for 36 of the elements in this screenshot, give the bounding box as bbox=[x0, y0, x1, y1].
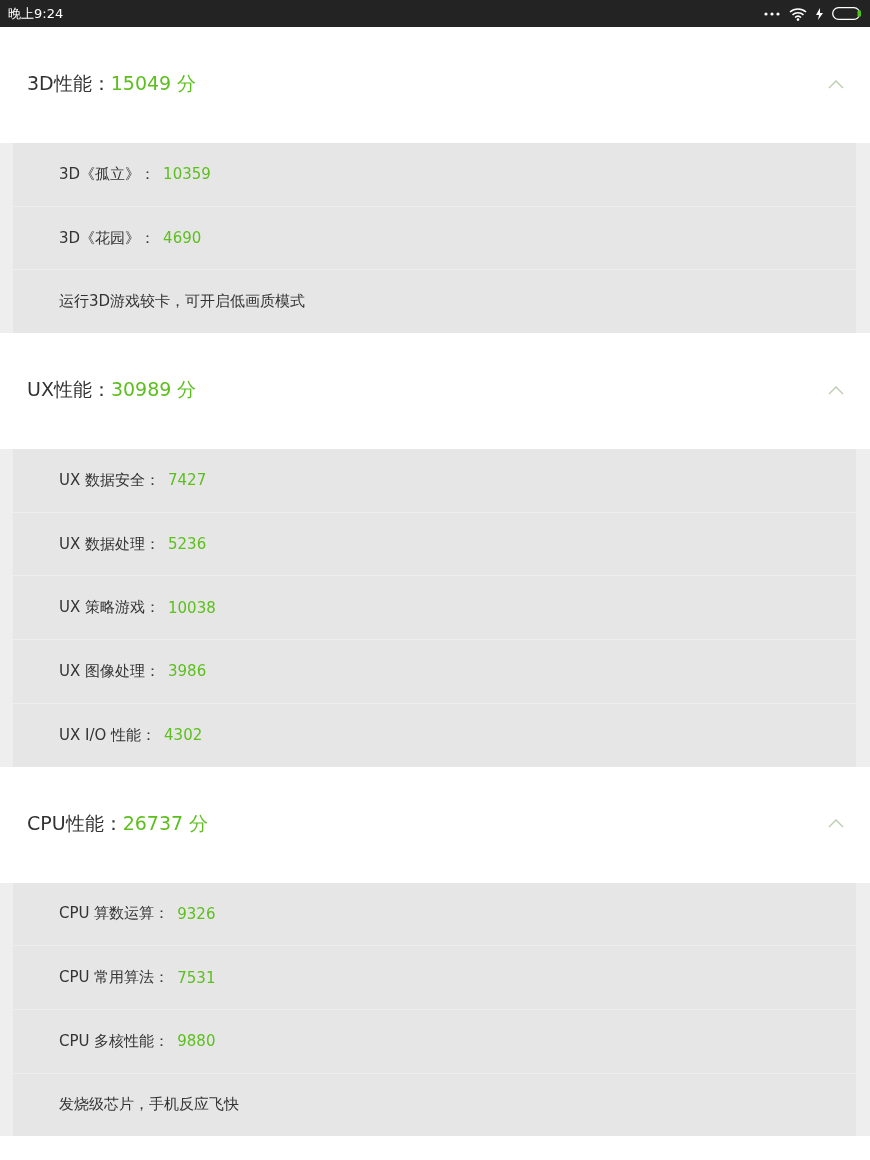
section-score: 26737 分 bbox=[122, 810, 209, 836]
charging-icon bbox=[816, 7, 823, 20]
section-title: 3D性能： bbox=[27, 71, 111, 96]
row-score: 10038 bbox=[168, 598, 216, 617]
row-note: 运行3D游戏较卡，可开启低画质模式 bbox=[59, 292, 306, 312]
row-score: 3986 bbox=[168, 662, 207, 681]
row-score: 5236 bbox=[168, 535, 207, 554]
section-score: 30989 分 bbox=[110, 377, 197, 403]
chevron-up-icon[interactable] bbox=[828, 819, 844, 828]
row-label: CPU 常用算法： bbox=[59, 968, 170, 988]
chevron-up-icon[interactable] bbox=[828, 79, 844, 89]
row-label: UX 数据处理： bbox=[59, 534, 161, 554]
row-score: 4302 bbox=[164, 726, 203, 745]
battery-icon bbox=[832, 7, 862, 20]
row-label: UX 数据安全： bbox=[59, 470, 161, 490]
row-label: UX I/O 性能： bbox=[59, 725, 157, 745]
row-note: 发烧级芯片，手机反应飞快 bbox=[59, 1095, 239, 1115]
more-icon bbox=[764, 11, 780, 16]
row-score: 7531 bbox=[177, 968, 216, 987]
section-score: 15049 分 bbox=[110, 71, 197, 96]
section-title: UX性能： bbox=[27, 377, 111, 403]
section-title: CPU性能： bbox=[27, 810, 123, 836]
row-label: 3D《孤立》： bbox=[59, 164, 156, 184]
row-label: CPU 算数运算： bbox=[59, 904, 170, 924]
row-score: 9326 bbox=[177, 904, 216, 923]
row-label: UX 策略游戏： bbox=[59, 598, 161, 618]
row-score: 10359 bbox=[163, 165, 211, 184]
chevron-up-icon[interactable] bbox=[828, 385, 844, 395]
row-label: CPU 多核性能： bbox=[59, 1031, 170, 1051]
status-time: 晚上9:24 bbox=[8, 4, 64, 23]
row-score: 9880 bbox=[177, 1032, 216, 1051]
row-score: 7427 bbox=[168, 471, 207, 490]
row-label: UX 图像处理： bbox=[59, 661, 161, 681]
wifi-icon bbox=[789, 6, 807, 21]
row-label: 3D《花园》： bbox=[59, 228, 156, 248]
row-score: 4690 bbox=[163, 229, 202, 248]
